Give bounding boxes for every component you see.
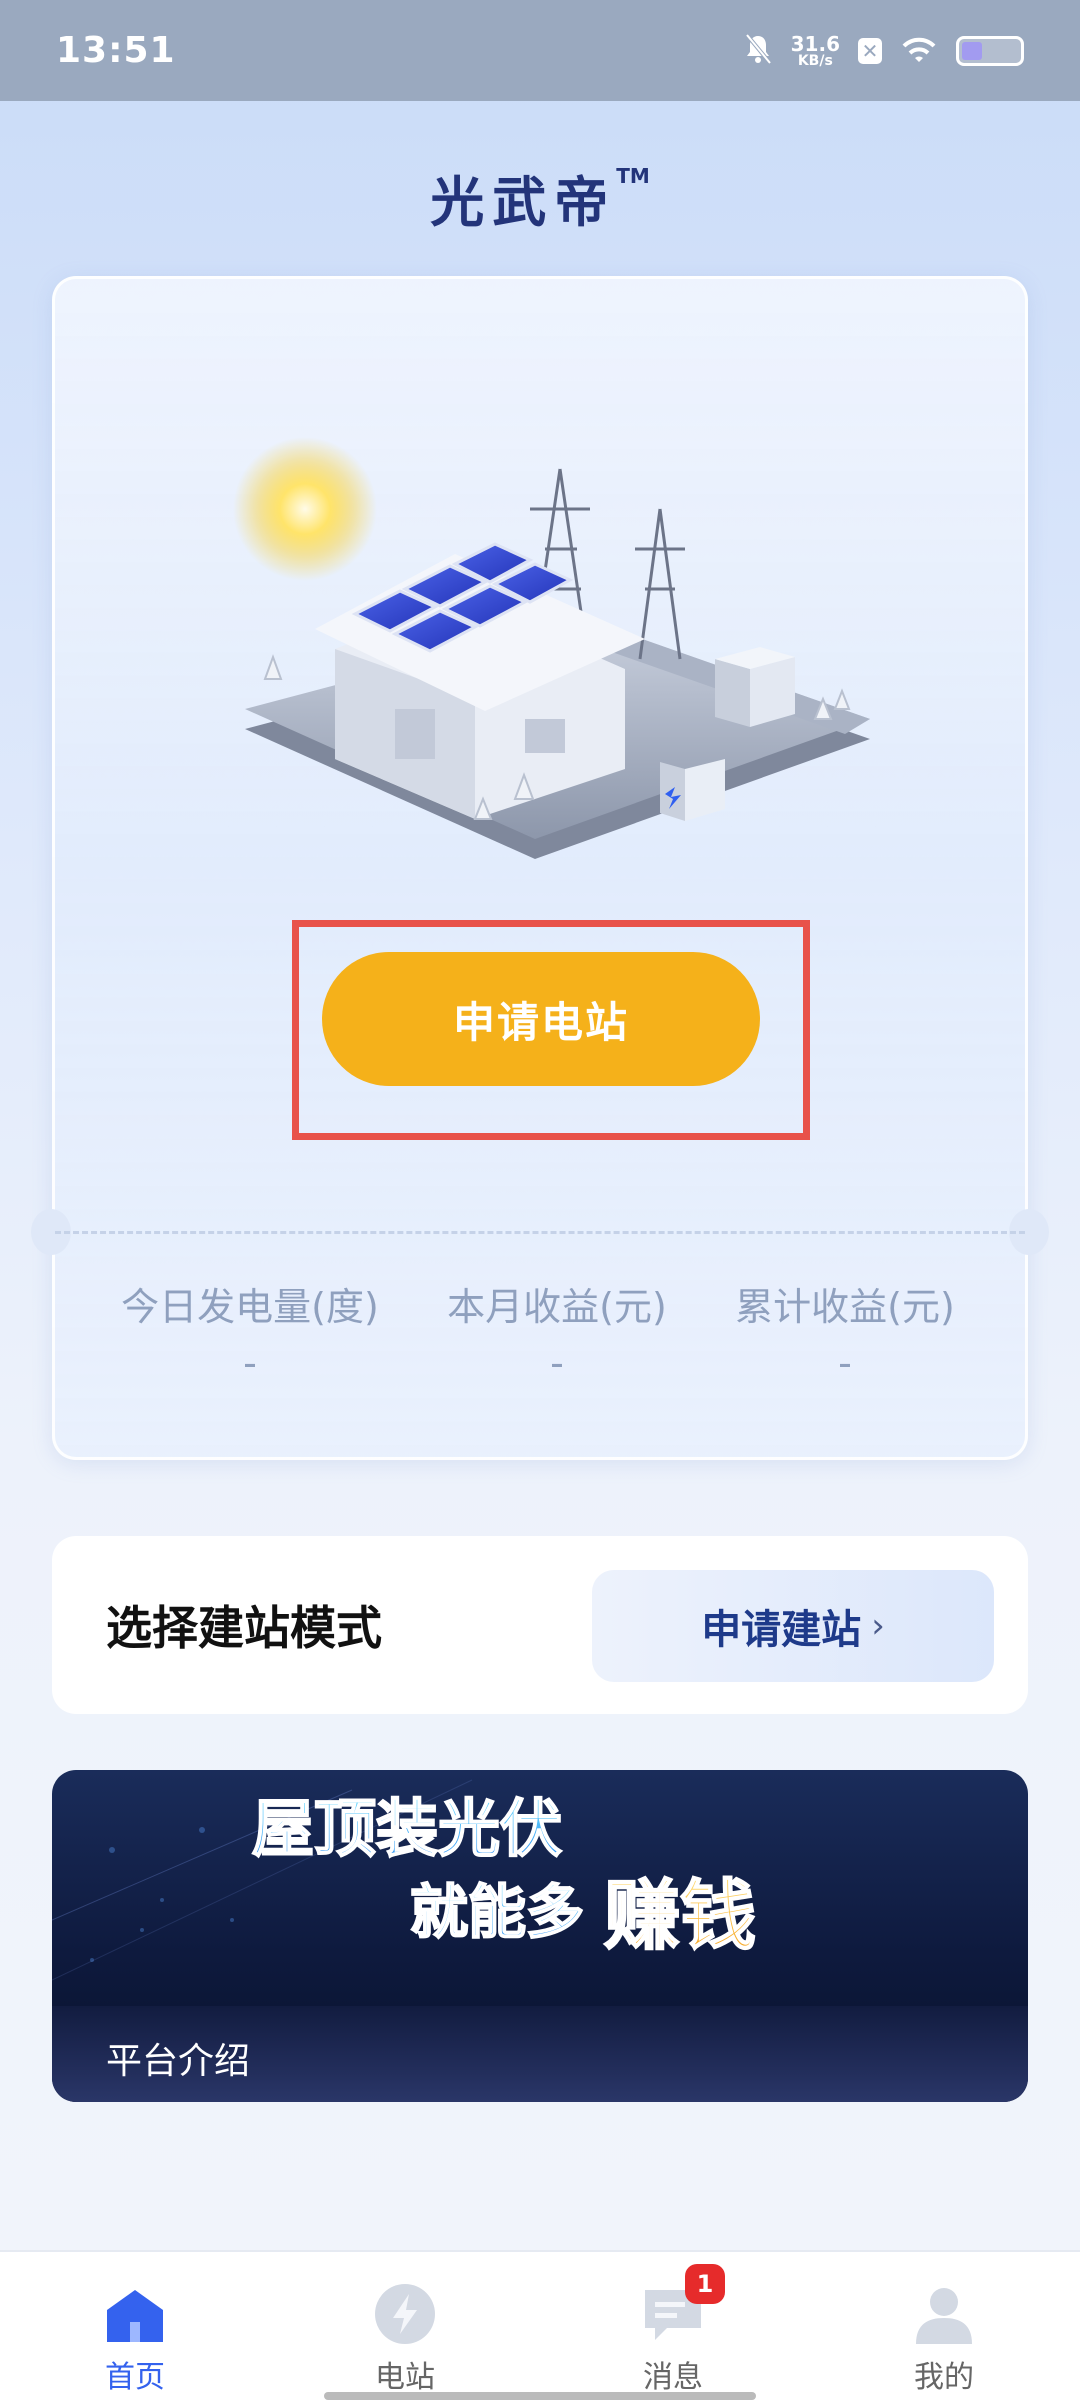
tab-label: 消息 — [643, 2360, 703, 2395]
tab-label: 首页 — [105, 2360, 165, 2395]
user-icon — [912, 2282, 976, 2346]
net-speed-value: 31.6 — [790, 31, 840, 56]
tab-station[interactable]: 电站 — [345, 2282, 465, 2396]
stat-label: 本月收益(元) — [447, 1285, 667, 1329]
trademark: TM — [616, 164, 650, 188]
apply-build-button[interactable]: 申请建站 › — [592, 1570, 994, 1682]
banner-footer: 平台介绍 — [52, 2006, 1028, 2102]
battery-fill — [962, 41, 982, 60]
stat-label: 今日发电量(度) — [121, 1285, 379, 1329]
stat-today-generation: 今日发电量(度) - — [120, 1276, 380, 1385]
banner-headline-2a: 就能多 — [410, 1878, 584, 1946]
apply-build-label: 申请建站 — [701, 1607, 862, 1653]
close-notification-icon: ✕ — [858, 37, 882, 64]
brand-name: 光武帝 — [430, 171, 617, 234]
tab-home[interactable]: 首页 — [75, 2282, 195, 2396]
build-mode-card: 选择建站模式 申请建站 › — [52, 1536, 1028, 1714]
platform-intro-banner[interactable]: 屋顶装光伏 就能多 赚钱 平台介绍 — [52, 1770, 1028, 2102]
stat-value: - — [243, 1341, 257, 1385]
solar-house-illustration — [233, 437, 870, 859]
apply-station-button[interactable]: 申请电站 — [322, 952, 760, 1086]
stat-label: 累计收益(元) — [735, 1285, 955, 1329]
tab-mine[interactable]: 我的 — [884, 2282, 1004, 2396]
message-badge: 1 — [685, 2264, 725, 2304]
bottom-tab-bar: 首页 电站 1 消息 我的 — [0, 2250, 1080, 2408]
battery-icon — [956, 35, 1024, 66]
stat-value: - — [838, 1341, 852, 1385]
status-bar: 13:51 31.6 KB/s ✕ — [0, 0, 1080, 101]
banner-artwork: 屋顶装光伏 就能多 赚钱 — [52, 1779, 757, 1981]
dashed-divider — [55, 1231, 1025, 1234]
message-icon: 1 — [641, 2264, 725, 2346]
banner-headline-1: 屋顶装光伏 — [252, 1792, 562, 1865]
home-icon — [103, 2282, 167, 2346]
build-mode-title: 选择建站模式 — [106, 1601, 382, 1655]
net-speed: 31.6 KB/s — [791, 34, 840, 68]
tab-label: 我的 — [914, 2360, 974, 2395]
status-time: 13:51 — [56, 30, 176, 71]
stat-total-income: 累计收益(元) - — [730, 1276, 960, 1385]
banner-footer-label: 平台介绍 — [106, 2041, 251, 2082]
net-speed-unit: KB/s — [797, 52, 833, 69]
wifi-icon — [900, 34, 938, 68]
status-icons: 31.6 KB/s ✕ — [743, 33, 1024, 69]
stat-value: - — [550, 1341, 564, 1385]
stat-month-income: 本月收益(元) - — [442, 1276, 672, 1385]
mute-bell-icon — [743, 33, 773, 69]
bolt-icon — [373, 2282, 437, 2346]
chevron-right-icon: › — [871, 1606, 885, 1646]
home-indicator[interactable] — [324, 2392, 756, 2400]
tab-messages[interactable]: 1 消息 — [613, 2264, 733, 2396]
stats-row: 今日发电量(度) - 本月收益(元) - 累计收益(元) - — [52, 1276, 1028, 1396]
sun-icon — [233, 437, 377, 581]
brand-title: 光武帝TM — [0, 158, 1080, 237]
banner-headline-2b: 赚钱 — [604, 1871, 756, 1960]
tab-label: 电站 — [375, 2360, 435, 2395]
